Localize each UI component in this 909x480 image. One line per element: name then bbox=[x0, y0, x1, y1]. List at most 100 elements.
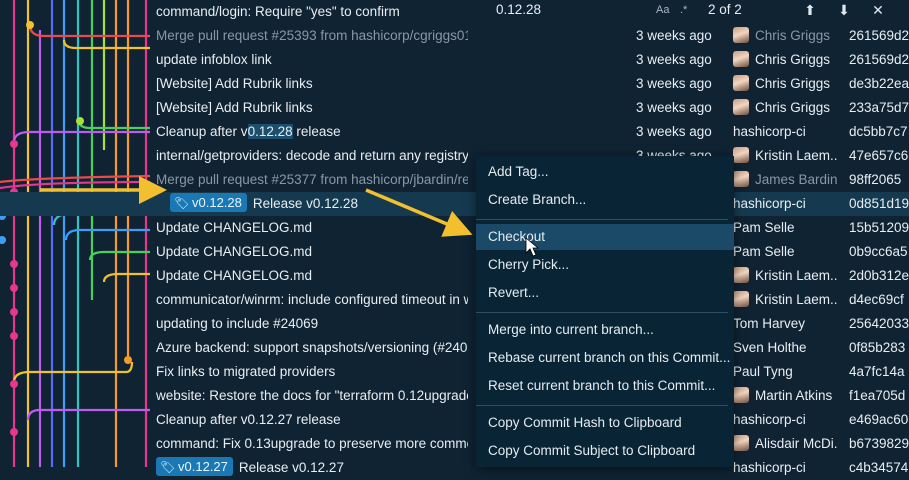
commit-date: 3 weeks ago bbox=[636, 52, 712, 67]
commit-row[interactable]: Azure backend: support snapshots/version… bbox=[0, 336, 909, 360]
commit-row[interactable]: [Website] Add Rubrik links 3 weeks ago Chr… bbox=[0, 72, 909, 96]
next-match-icon[interactable]: ⬇ bbox=[835, 0, 853, 20]
commit-row[interactable]: updating to include #24069 Tom Harvey 2564… bbox=[0, 312, 909, 336]
commit-row[interactable]: command: Fix 0.13upgrade to preserve mor… bbox=[0, 432, 909, 456]
commit-author: Chris Griggs bbox=[733, 72, 838, 96]
commit-sha: c4b34574 bbox=[849, 460, 909, 475]
avatar bbox=[733, 267, 749, 283]
menu-item-copy-commit-hash-to-clipboard[interactable]: Copy Commit Hash to Clipboard bbox=[476, 410, 734, 436]
commit-subject-text: release bbox=[292, 124, 341, 139]
commit-subject-text: Merge pull request #25377 from hashicorp… bbox=[156, 172, 468, 187]
tag-icon: 🏷 bbox=[160, 460, 176, 474]
commit-row[interactable]: internal/getproviders: decode and return… bbox=[0, 144, 909, 168]
commit-row[interactable]: website: Restore the docs for "terraform… bbox=[0, 384, 909, 408]
commit-subject: internal/getproviders: decode and return… bbox=[156, 144, 468, 168]
commit-date: 3 weeks ago bbox=[636, 76, 712, 91]
author-name: Chris Griggs bbox=[755, 76, 831, 91]
commit-subject-text: Azure backend: support snapshots/version… bbox=[156, 340, 468, 355]
commit-row[interactable]: communicator/winrm: include configured t… bbox=[0, 288, 909, 312]
author-name: hashicorp-ci bbox=[733, 412, 806, 427]
commit-date: 3 weeks ago bbox=[636, 124, 712, 139]
commit-row[interactable]: Merge pull request #25393 from hashicorp… bbox=[0, 24, 909, 48]
commit-row[interactable]: [Website] Add Rubrik links 3 weeks ago Chr… bbox=[0, 96, 909, 120]
commit-row[interactable]: Cleanup after v0.12.28 release 3 weeks ag… bbox=[0, 120, 909, 144]
author-name: Chris Griggs bbox=[755, 52, 831, 67]
commit-subject-text: Release v0.12.27 bbox=[238, 460, 344, 475]
commit-author: hashicorp-ci bbox=[733, 456, 838, 480]
commit-subject: updating to include #24069 bbox=[156, 312, 468, 336]
commit-sha: de3b22ea bbox=[849, 76, 909, 91]
commit-row[interactable]: Fix links to migrated providers Paul Tyng… bbox=[0, 360, 909, 384]
menu-item-cherry-pick[interactable]: Cherry Pick... bbox=[476, 252, 734, 278]
regex-toggle[interactable]: .* bbox=[680, 0, 687, 20]
tag-badge[interactable]: 🏷 v0.12.28 bbox=[170, 193, 247, 212]
commit-row[interactable]: update infoblox link 3 weeks ago Chris Gri… bbox=[0, 48, 909, 72]
commit-author: Chris Griggs bbox=[733, 96, 838, 120]
commit-row[interactable]: 🏷 v0.12.27 Release v0.12.27 hashicorp-ci c4b… bbox=[0, 456, 909, 480]
menu-separator bbox=[476, 219, 728, 220]
commit-sha: dc5bb7c7 bbox=[849, 124, 908, 139]
author-name: Pam Selle bbox=[733, 244, 795, 259]
menu-item-reset-current-branch-to-this-commit[interactable]: Reset current branch to this Commit... bbox=[476, 373, 734, 399]
avatar bbox=[733, 147, 749, 163]
commit-subject: Merge pull request #25393 from hashicorp… bbox=[156, 24, 468, 48]
commit-sha: 25642033 bbox=[849, 316, 909, 331]
author-name: Alisdair McDi... bbox=[755, 436, 838, 451]
commit-author: Chris Griggs bbox=[733, 48, 838, 72]
commit-author: hashicorp-ci bbox=[733, 408, 838, 432]
commit-sha: f1ea705d bbox=[849, 388, 906, 403]
commit-row[interactable]: Cleanup after v0.12.27 release hashicorp-… bbox=[0, 408, 909, 432]
commit-sha: 4a7fc14a bbox=[849, 364, 905, 379]
menu-item-rebase-current-branch-on-this-commit[interactable]: Rebase current branch on this Commit... bbox=[476, 345, 734, 371]
commit-row[interactable]: Update CHANGELOG.md Pam Selle 15b51209 bbox=[0, 216, 909, 240]
avatar bbox=[733, 435, 749, 451]
commit-list: command/login: Require "yes" to confirm M… bbox=[0, 0, 909, 476]
commit-row[interactable]: 🏷 v0.12.28 Release v0.12.28 hashicorp-ci 0d8… bbox=[0, 192, 909, 216]
commit-subject-text: updating to include #24069 bbox=[156, 316, 319, 331]
commit-row[interactable]: Merge pull request #25377 from hashicorp… bbox=[0, 168, 909, 192]
menu-item-create-branch[interactable]: Create Branch... bbox=[476, 187, 734, 213]
commit-row[interactable]: Update CHANGELOG.md Kristin Laem... 2d0b31… bbox=[0, 264, 909, 288]
commit-author: Kristin Laem... bbox=[733, 144, 838, 168]
commit-subject-text: Fix links to migrated providers bbox=[156, 364, 336, 379]
commit-author: Sven Holthe bbox=[733, 336, 838, 360]
avatar bbox=[733, 171, 749, 187]
author-name: Sven Holthe bbox=[733, 340, 807, 355]
commit-date: 3 weeks ago bbox=[636, 28, 712, 43]
menu-item-revert[interactable]: Revert... bbox=[476, 280, 734, 306]
author-name: Chris Griggs bbox=[755, 100, 831, 115]
commit-date: 3 weeks ago bbox=[636, 100, 712, 115]
commit-sha: 0f85b283 bbox=[849, 340, 906, 355]
author-name: Tom Harvey bbox=[733, 316, 806, 331]
author-name: Paul Tyng bbox=[733, 364, 793, 379]
previous-match-icon[interactable]: ⬆ bbox=[801, 0, 819, 20]
author-name: Kristin Laem... bbox=[755, 148, 838, 163]
close-find-icon[interactable]: ✕ bbox=[869, 0, 887, 20]
commit-sha: 15b51209 bbox=[849, 220, 909, 235]
commit-sha: 233a75d7 bbox=[849, 100, 909, 115]
find-input[interactable]: 0.12.28 bbox=[496, 0, 541, 20]
menu-item-merge-into-current-branch[interactable]: Merge into current branch... bbox=[476, 317, 734, 343]
commit-subject: Azure backend: support snapshots/version… bbox=[156, 336, 468, 360]
commit-row[interactable]: Update CHANGELOG.md Pam Selle 0b9cc6a5 bbox=[0, 240, 909, 264]
commit-sha: e469ac60 bbox=[849, 412, 909, 427]
commit-subject-text: Merge pull request #25393 from hashicorp… bbox=[156, 28, 468, 43]
commit-subject-text: [Website] Add Rubrik links bbox=[156, 100, 313, 115]
menu-item-checkout[interactable]: Checkout bbox=[476, 224, 734, 250]
commit-author: hashicorp-ci bbox=[733, 120, 838, 144]
commit-subject: website: Restore the docs for "terraform… bbox=[156, 384, 468, 408]
commit-subject: 🏷 v0.12.28 Release v0.12.28 bbox=[170, 192, 482, 216]
menu-item-add-tag[interactable]: Add Tag... bbox=[476, 159, 734, 185]
commit-sha: 2d0b312e bbox=[849, 268, 909, 283]
commit-sha: 98ff2065 bbox=[849, 172, 902, 187]
tag-icon: 🏷 bbox=[174, 196, 190, 210]
commit-subject: update infoblox link bbox=[156, 48, 468, 72]
match-case-toggle[interactable]: Aa bbox=[656, 0, 669, 20]
commit-subject: Update CHANGELOG.md bbox=[156, 264, 468, 288]
commit-author: Alisdair McDi... bbox=[733, 432, 838, 456]
commit-subject-text: communicator/winrm: include configured t… bbox=[156, 292, 468, 307]
commit-subject-text: website: Restore the docs for "terraform… bbox=[156, 388, 468, 403]
avatar bbox=[733, 99, 749, 115]
menu-item-copy-commit-subject-to-clipboard[interactable]: Copy Commit Subject to Clipboard bbox=[476, 438, 734, 464]
menu-separator bbox=[476, 405, 728, 406]
